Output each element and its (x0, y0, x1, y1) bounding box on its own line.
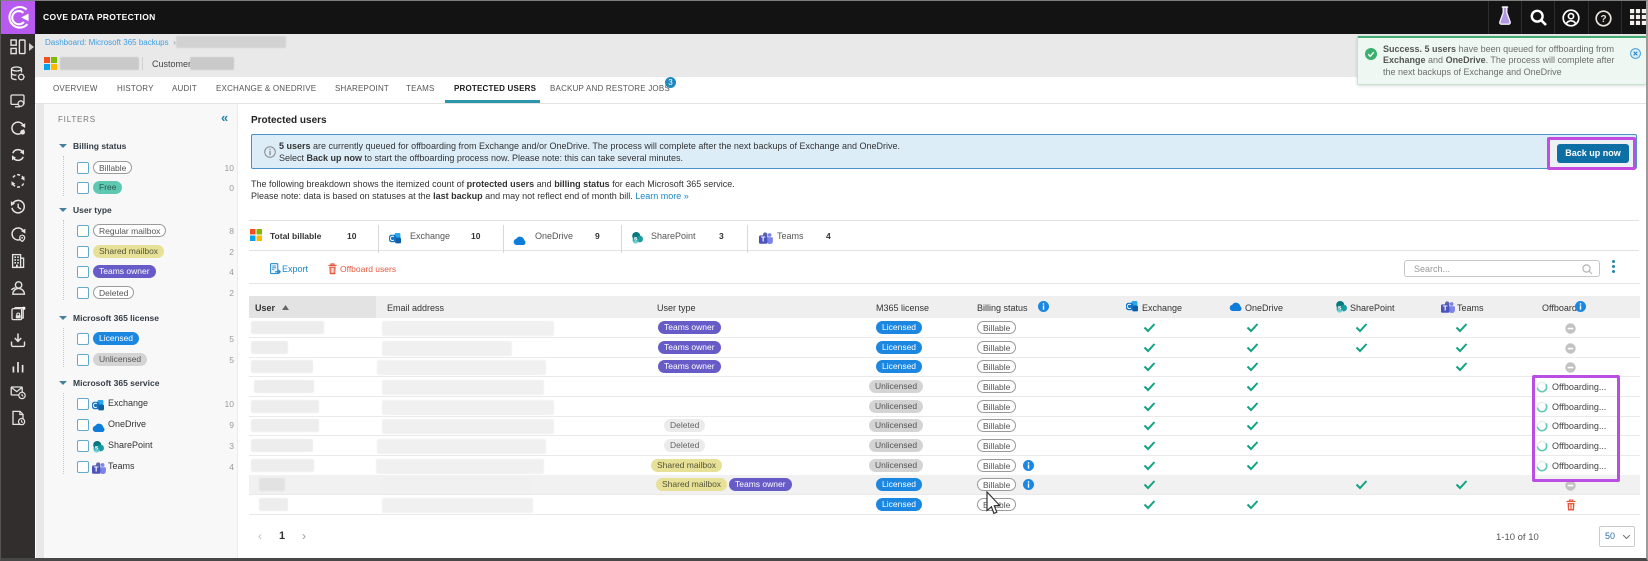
svg-text:T: T (94, 465, 99, 474)
svg-text:s: s (95, 444, 99, 451)
svg-text:T: T (761, 235, 766, 244)
svg-text:?: ? (1600, 14, 1606, 25)
svg-text:s: s (634, 235, 638, 242)
svg-text:s: s (1338, 304, 1342, 311)
svg-text:T: T (1443, 304, 1448, 313)
